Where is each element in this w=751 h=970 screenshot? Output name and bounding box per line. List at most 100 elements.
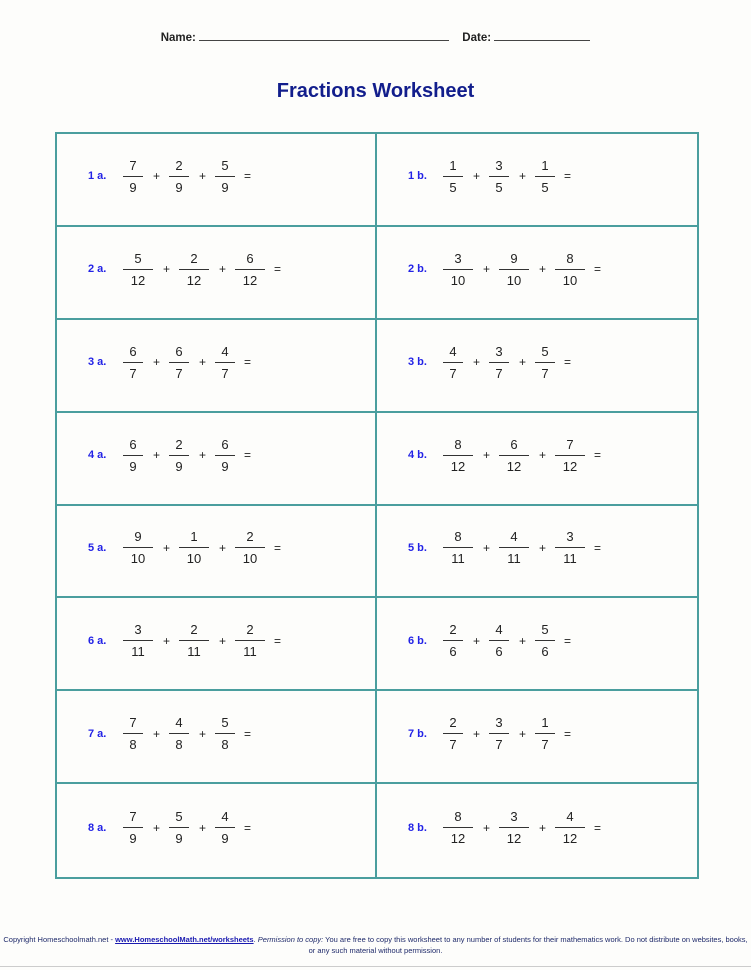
- name-field[interactable]: [199, 30, 450, 41]
- fraction: 49: [215, 809, 236, 847]
- equals-sign: =: [244, 448, 252, 463]
- fraction: 78: [123, 715, 143, 752]
- fraction: 8 10: [555, 251, 586, 288]
- fraction: 2 10: [235, 529, 266, 566]
- equals-sign: =: [244, 820, 252, 835]
- problem-cell: 3 a. 6 7 +6 7 +4 7 =: [57, 319, 377, 413]
- plus-sign: +: [199, 448, 207, 463]
- problem-cell: 7 b. 2 7 +3 7 +1 7 =: [377, 691, 697, 785]
- denominator: 12: [506, 458, 522, 474]
- denominator: 7: [449, 737, 457, 753]
- numerator: 6: [499, 437, 530, 456]
- numerator: 6: [123, 344, 143, 363]
- problem-label: 1 a.: [88, 170, 107, 183]
- worksheets-link[interactable]: www.HomeschoolMath.net/worksheets: [115, 935, 254, 944]
- denominator: 7: [541, 365, 549, 381]
- denominator: 11: [187, 644, 201, 660]
- equals-sign: =: [274, 262, 282, 277]
- plus-sign: +: [519, 355, 527, 370]
- plus-sign: +: [219, 262, 227, 277]
- equals-sign: =: [274, 540, 282, 555]
- fraction: 27: [443, 715, 463, 752]
- numerator: 1: [443, 158, 463, 177]
- numerator: 4: [489, 622, 510, 642]
- fraction: 3 10: [443, 251, 473, 288]
- plus-sign: +: [539, 820, 547, 835]
- problem-label: 1 b.: [408, 170, 427, 183]
- problem-cell: 8 a. 7 9 +5 9 +4 9 =: [57, 784, 377, 877]
- plus-sign: +: [539, 540, 547, 555]
- fraction: 2 11: [179, 622, 210, 660]
- copyright-footer: Copyright Homeschoolmath.net - www.Homes…: [0, 934, 751, 956]
- fraction: 3 11: [555, 529, 586, 566]
- numerator: 3: [489, 344, 510, 363]
- denominator: 10: [186, 551, 202, 567]
- fraction: 69: [123, 437, 143, 474]
- fraction: 47: [215, 344, 236, 381]
- plus-sign: +: [539, 262, 547, 277]
- numerator: 4: [215, 809, 236, 829]
- denominator: 6: [541, 644, 549, 660]
- numerator: 1: [179, 529, 210, 549]
- fraction: 48: [169, 715, 190, 752]
- denominator: 10: [506, 272, 522, 288]
- plus-sign: +: [473, 726, 481, 741]
- plus-sign: +: [199, 726, 207, 741]
- numerator: 1: [535, 715, 556, 735]
- plus-sign: +: [539, 448, 547, 463]
- plus-sign: +: [163, 262, 171, 277]
- equals-sign: =: [244, 169, 252, 184]
- date-label: Date:: [462, 32, 492, 44]
- problem-label: 7 a.: [88, 727, 107, 740]
- numerator: 5: [535, 622, 556, 642]
- equals-sign: =: [594, 540, 602, 555]
- problem-cell: 2 a. 5 12 +2 12 +6 12 =: [57, 226, 377, 320]
- equals-sign: =: [594, 262, 602, 277]
- denominator: 9: [221, 831, 229, 847]
- denominator: 7: [449, 365, 457, 381]
- denominator: 7: [221, 365, 229, 381]
- denominator: 5: [449, 179, 457, 195]
- problem-cell: 6 b. 2 6 +4 6 +5 6 =: [377, 598, 697, 692]
- fraction: 15: [535, 158, 556, 195]
- problem-cell: 1 a. 7 9 +2 9 +5 9 =: [57, 134, 377, 227]
- equals-sign: =: [244, 726, 252, 741]
- problem-cell: 3 b. 4 7 +3 7 +5 7 =: [377, 320, 697, 413]
- fraction: 8 12: [443, 809, 473, 846]
- denominator: 10: [450, 272, 466, 288]
- equals-sign: =: [244, 355, 252, 370]
- numerator: 2: [169, 158, 190, 177]
- plus-sign: +: [483, 448, 491, 463]
- date-field[interactable]: [494, 30, 591, 41]
- plus-sign: +: [153, 169, 161, 184]
- numerator: 5: [215, 158, 236, 177]
- fraction: 56: [535, 622, 556, 660]
- plus-sign: +: [519, 726, 527, 741]
- numerator: 6: [123, 437, 143, 456]
- problem-cell: 7 a. 7 8 +4 8 +5 8 =: [57, 691, 377, 785]
- fraction: 8 11: [443, 529, 473, 566]
- denominator: 12: [562, 831, 578, 847]
- fraction: 47: [443, 344, 463, 381]
- fraction: 57: [535, 344, 556, 381]
- numerator: 7: [123, 715, 143, 735]
- plus-sign: +: [163, 633, 171, 648]
- denominator: 10: [562, 272, 578, 288]
- numerator: 3: [123, 622, 153, 642]
- equals-sign: =: [594, 820, 602, 835]
- fraction: 79: [123, 158, 143, 195]
- denominator: 11: [451, 551, 465, 567]
- denominator: 12: [130, 272, 146, 288]
- problem-label: 2 b.: [408, 263, 427, 276]
- numerator: 1: [535, 158, 556, 177]
- plus-sign: +: [153, 726, 161, 741]
- problem-label: 3 b.: [408, 356, 427, 369]
- plus-sign: +: [199, 355, 207, 370]
- permission-label: Permission to copy:: [257, 935, 324, 944]
- denominator: 11: [507, 551, 521, 567]
- fraction: 15: [443, 158, 463, 195]
- plus-sign: +: [473, 633, 481, 648]
- denominator: 9: [175, 458, 183, 474]
- bottom-divider: [0, 966, 751, 967]
- problem-label: 3 a.: [88, 356, 107, 369]
